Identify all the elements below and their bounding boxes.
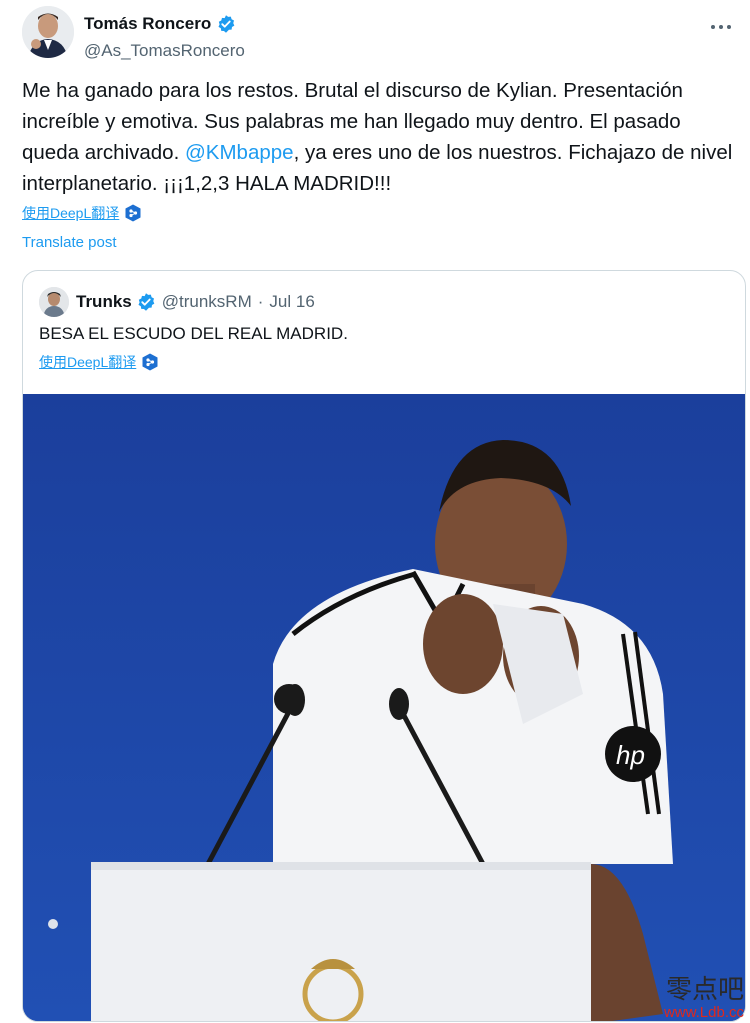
quoted-deepl-logo-icon[interactable] <box>142 353 158 371</box>
author-handle[interactable]: @As_TomasRoncero <box>84 41 245 61</box>
verified-badge-icon <box>216 14 236 34</box>
quoted-tweet-card[interactable]: Trunks @trunksRM · Jul 16 BESA EL ESCUDO… <box>22 270 746 1022</box>
quoted-author-name[interactable]: Trunks <box>76 292 132 312</box>
tweet-header: Tomás Roncero @As_TomasRoncero <box>22 6 732 61</box>
quoted-verified-badge-icon <box>136 292 156 312</box>
svg-text:hp: hp <box>616 740 645 770</box>
author-name[interactable]: Tomás Roncero <box>84 14 211 34</box>
quoted-deepl-translate-link[interactable]: 使用DeepL翻译 <box>39 352 136 372</box>
watermark-chinese: 零点吧 <box>665 975 744 1005</box>
quoted-deepl-translate-row: 使用DeepL翻译 <box>39 352 158 372</box>
mention-link[interactable]: @KMbappe <box>185 141 294 164</box>
watermark-url: www.Ldb.cc <box>663 1004 744 1021</box>
quoted-post-date[interactable]: Jul 16 <box>269 292 314 312</box>
author-name-row: Tomás Roncero <box>84 14 236 34</box>
quoted-tweet-header: Trunks @trunksRM · Jul 16 <box>39 287 315 317</box>
author-avatar[interactable] <box>22 6 74 58</box>
quoted-tweet-text: BESA EL ESCUDO DEL REAL MADRID. <box>39 324 348 343</box>
more-options-icon[interactable] <box>710 14 732 35</box>
deepl-translate-link[interactable]: 使用DeepL翻译 <box>22 203 119 223</box>
quoted-author-avatar[interactable] <box>39 287 69 317</box>
watermark: 零点吧 www.Ldb.cc <box>664 969 744 1021</box>
quoted-tweet-photo[interactable]: hp <box>23 394 745 1021</box>
quoted-author-handle[interactable]: @trunksRM <box>162 292 252 312</box>
deepl-logo-icon[interactable] <box>125 204 141 222</box>
translate-post-link[interactable]: Translate post <box>22 234 117 251</box>
separator-dot: · <box>257 292 264 311</box>
deepl-translate-row: 使用DeepL翻译 <box>22 203 141 223</box>
tweet-text: Me ha ganado para los restos. Brutal el … <box>22 75 740 199</box>
